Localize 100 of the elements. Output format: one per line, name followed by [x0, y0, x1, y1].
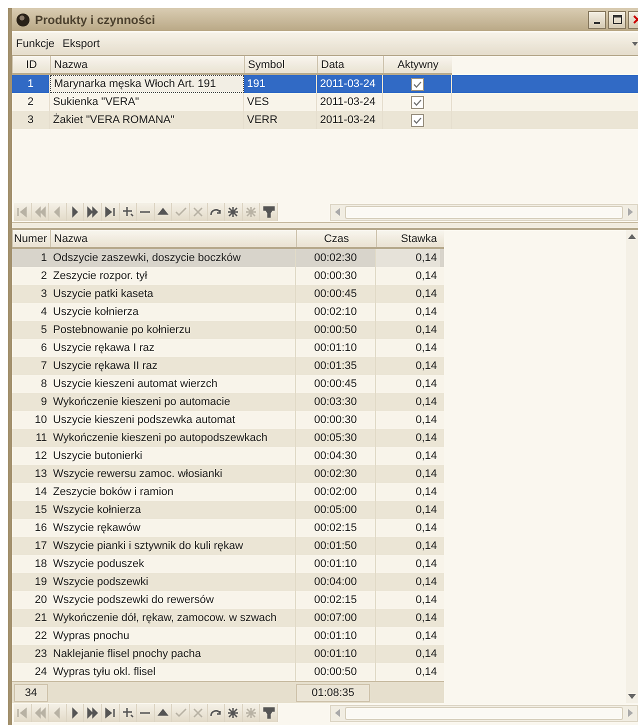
column-header[interactable]: Stawka	[376, 230, 440, 247]
column-header[interactable]: Nazwa	[50, 230, 296, 247]
table-cell-text: 0,14	[414, 593, 438, 608]
plus-icon	[120, 706, 135, 720]
asterisk-icon	[244, 706, 258, 720]
splitter-handle[interactable]	[12, 222, 638, 230]
column-header[interactable]: Nazwa	[50, 56, 244, 73]
navigator-button[interactable]	[137, 203, 155, 221]
table-cell-text: 0,14	[414, 611, 438, 626]
total-time: 01:08:35	[296, 684, 370, 702]
table-cell: 2011-03-24	[317, 111, 383, 129]
up-arrow-icon[interactable]	[628, 234, 636, 240]
navigator-button[interactable]	[154, 704, 172, 722]
table-cell-text: 5	[40, 323, 48, 338]
navigator-button[interactable]	[208, 203, 226, 221]
table-cell-text: 12	[34, 449, 48, 464]
caret-icon[interactable]	[632, 42, 638, 46]
column-header[interactable]: ID	[12, 56, 50, 73]
table-cell-text: 17	[34, 539, 48, 554]
funnel-icon	[262, 706, 276, 720]
table-cell-text: 0,14	[414, 377, 438, 392]
table-cell: VERR	[244, 111, 317, 129]
navigator-button[interactable]	[120, 704, 138, 722]
maximize-icon	[612, 15, 622, 24]
maximize-button[interactable]	[608, 10, 626, 28]
column-header[interactable]: Symbol	[244, 56, 317, 73]
navigator-button[interactable]	[84, 203, 102, 221]
table-cell-text: 7	[40, 359, 48, 374]
table-cell-text: 9	[40, 395, 48, 410]
table-cell-text: 0,14	[414, 503, 438, 518]
table-cell-text: 13	[34, 467, 48, 482]
table-cell-text: 0,14	[414, 431, 438, 446]
table-cell-text: 0,14	[414, 341, 438, 356]
table-cell-text: 16	[34, 521, 48, 536]
minimize-button[interactable]	[588, 10, 606, 28]
skip-last-icon	[103, 205, 118, 219]
table-cell-text: 19	[34, 575, 48, 590]
column-header[interactable]: Czas	[296, 230, 376, 247]
table-cell-text: 4	[40, 305, 48, 320]
navigator-button[interactable]	[102, 704, 120, 722]
table-cell-text: 0,14	[414, 395, 438, 410]
checkbox[interactable]	[410, 96, 424, 108]
table-cell-text: 8	[40, 377, 48, 392]
table-cell-text: 6	[40, 341, 48, 356]
table-cell-text: 0,14	[414, 539, 438, 554]
navigator-button[interactable]	[120, 203, 138, 221]
double-left-arrow-icon	[32, 205, 47, 219]
table-cell-text: 0,14	[414, 521, 438, 536]
navigator-button[interactable]	[260, 704, 278, 722]
table-cell-text: 11	[34, 431, 48, 446]
table-cell-text: 0,14	[414, 557, 438, 572]
double-right-arrow-icon	[86, 706, 100, 720]
table-cell-text: 10	[34, 413, 48, 428]
navigator-button[interactable]	[154, 203, 172, 221]
table-cell-text: 0,14	[414, 575, 438, 590]
asterisk-icon	[244, 205, 258, 219]
table-cell-text: 0,14	[414, 305, 438, 320]
skip-last-icon	[103, 706, 118, 720]
table-cell-text: 0,14	[414, 647, 438, 662]
navigator-button[interactable]	[66, 203, 84, 221]
checkbox[interactable]	[410, 78, 424, 90]
navigator-button[interactable]	[225, 203, 243, 221]
table-cell-text: 15	[34, 503, 48, 518]
table-cell-text: 0,14	[414, 629, 438, 644]
navigator-button[interactable]	[260, 203, 278, 221]
table-cell-text: 0,14	[414, 449, 438, 464]
navigator-button[interactable]	[208, 704, 226, 722]
table-cell-text: 21	[34, 611, 48, 626]
table-cell-text: 1	[40, 251, 48, 266]
table-cell-text: 23	[34, 647, 48, 662]
vertical-scrollbar[interactable]	[626, 230, 638, 703]
menu-item[interactable]: Funkcje	[16, 38, 55, 50]
table-cell-text: 0,14	[414, 287, 438, 302]
navigator-button[interactable]	[225, 704, 243, 722]
navigator-button[interactable]	[66, 704, 84, 722]
check-icon	[174, 706, 188, 720]
plus-icon	[120, 205, 135, 219]
navigator-button[interactable]	[102, 203, 120, 221]
column-header[interactable]: Numer	[12, 230, 50, 247]
window-title: Produkty i czynności	[35, 12, 156, 26]
table-cell: Marynarka męska Włoch Art. 191	[50, 75, 244, 93]
cross-icon	[191, 706, 206, 720]
minimize-icon	[594, 22, 600, 24]
skip-first-icon	[15, 205, 30, 219]
app-icon	[16, 12, 30, 26]
row-count: 34	[14, 684, 48, 702]
table-cell: 0,14	[376, 249, 440, 267]
column-header[interactable]: Data	[317, 56, 383, 73]
table-cell-text: 0,14	[414, 323, 438, 338]
checkbox[interactable]	[410, 114, 424, 126]
table-cell-text: 0,14	[414, 413, 438, 428]
table-cell-text: 0,14	[414, 467, 438, 482]
table-cell-text: 24	[34, 665, 48, 680]
menu-item[interactable]: Eksport	[62, 38, 100, 50]
table-cell-text: 2	[40, 269, 48, 284]
column-header[interactable]: Aktywny	[383, 56, 452, 73]
table-cell-text: 0,14	[414, 485, 438, 500]
down-arrow-icon[interactable]	[628, 693, 636, 699]
navigator-button[interactable]	[84, 704, 102, 722]
navigator-button[interactable]	[137, 704, 155, 722]
